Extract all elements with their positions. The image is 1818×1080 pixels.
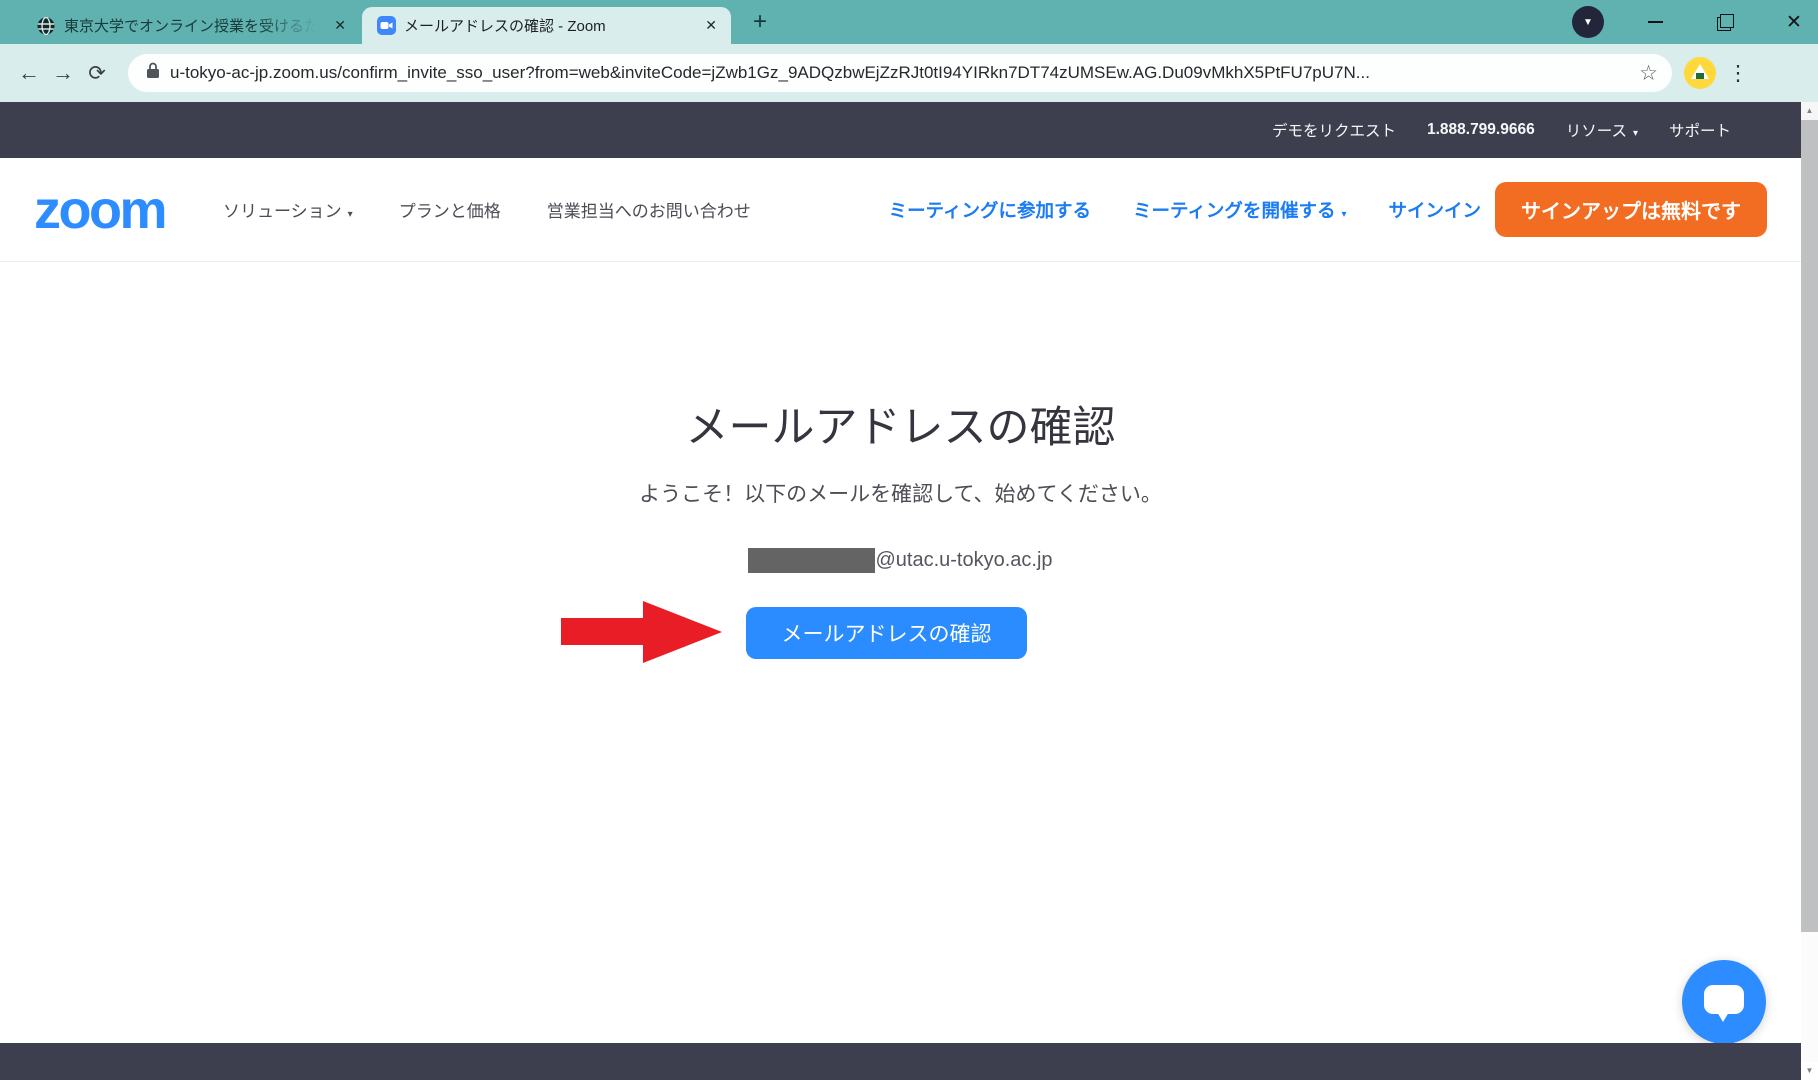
globe-icon [36,16,56,36]
zoom-main-nav: zoom ソリューション▾ プランと価格 営業担当へのお問い合わせ ミーティング… [0,158,1801,262]
browser-toolbar: ← → ⟳ u-tokyo-ac-jp.zoom.us/confirm_invi… [0,44,1818,102]
restore-button[interactable] [1701,0,1747,44]
bookmark-star-icon[interactable]: ☆ [1639,61,1658,86]
lock-icon [146,62,160,84]
reload-icon[interactable]: ⟳ [80,56,114,90]
scrollbar-thumb[interactable] [1801,120,1818,932]
zoom-top-bar: デモをリクエスト 1.888.799.9666 リソース▾ サポート [0,102,1801,158]
tab-utokyo-page[interactable]: 東京大学でオンライン授業を受けるた ✕ [22,7,360,44]
tab-title: 東京大学でオンライン授業を受けるた [64,15,322,36]
chevron-down-icon: ▾ [1633,128,1638,139]
red-arrow-annotation [561,618,645,645]
chevron-down-icon: ▾ [1341,209,1346,220]
contact-sales-link[interactable]: 営業担当へのお問い合わせ [547,197,751,222]
tab-strip: 東京大学でオンライン授業を受けるた ✕ メールアドレスの確認 - Zoom ✕ … [0,0,1818,44]
window-close-button[interactable]: ✕ [1771,0,1817,44]
url-text[interactable]: u-tokyo-ac-jp.zoom.us/confirm_invite_sso… [170,63,1629,83]
request-demo-link[interactable]: デモをリクエスト [1272,119,1396,141]
chat-bubble-icon [1704,985,1744,1014]
welcome-text: ようこそ！以下のメールを確認して、始めてください。 [0,478,1801,508]
support-link[interactable]: サポート [1669,119,1731,141]
redacted-email-local-part [748,548,875,573]
tab-close-icon[interactable]: ✕ [330,17,350,34]
minimize-button[interactable] [1632,0,1678,44]
red-arrow-head [643,601,722,663]
chevron-down-icon: ▾ [348,209,353,220]
email-domain: @utac.u-tokyo.ac.jp [875,549,1052,572]
join-meeting-link[interactable]: ミーティングに参加する [889,197,1091,223]
scrollbar[interactable]: ▲ ▼ [1801,102,1818,1080]
browser-menu-icon[interactable]: ⋮ [1726,61,1750,86]
scroll-down-icon[interactable]: ▼ [1801,1062,1818,1080]
tab-title: メールアドレスの確認 - Zoom [404,15,693,36]
nav-right-group: ミーティングに参加する ミーティングを開催する▾ サインイン [889,197,1481,223]
tab-close-icon[interactable]: ✕ [701,17,721,34]
profile-avatar[interactable] [1684,57,1716,89]
new-tab-button[interactable]: + [745,9,775,37]
sign-in-link[interactable]: サインイン [1388,197,1481,223]
signup-free-button[interactable]: サインアップは無料です [1495,182,1767,237]
nav-left-group: ソリューション▾ プランと価格 営業担当へのお問い合わせ [223,197,751,222]
browser-window: 東京大学でオンライン授業を受けるた ✕ メールアドレスの確認 - Zoom ✕ … [0,0,1818,1080]
back-icon[interactable]: ← [12,56,46,90]
zoom-logo[interactable]: zoom [34,183,165,237]
phone-number[interactable]: 1.888.799.9666 [1427,121,1535,139]
solutions-menu[interactable]: ソリューション▾ [223,197,353,222]
minimize-icon [1648,21,1663,23]
confirm-email-button[interactable]: メールアドレスの確認 [746,607,1027,659]
email-row: @utac.u-tokyo.ac.jp [0,548,1801,573]
host-meeting-menu[interactable]: ミーティングを開催する▾ [1133,197,1346,223]
tab-search-button[interactable]: ▼ [1572,6,1604,38]
forward-icon[interactable]: → [46,56,80,90]
page-viewport: デモをリクエスト 1.888.799.9666 リソース▾ サポート zoom … [0,102,1801,1080]
page-title: メールアドレスの確認 [0,393,1801,455]
page-footer [0,1043,1801,1080]
resources-menu[interactable]: リソース▾ [1566,119,1638,141]
chat-widget-button[interactable] [1682,960,1766,1044]
plans-pricing-link[interactable]: プランと価格 [399,197,501,222]
scroll-up-icon[interactable]: ▲ [1801,102,1818,120]
restore-icon [1717,17,1731,31]
address-bar[interactable]: u-tokyo-ac-jp.zoom.us/confirm_invite_sso… [128,54,1672,92]
zoom-camera-icon [376,16,396,36]
tab-zoom-confirm[interactable]: メールアドレスの確認 - Zoom ✕ [362,7,731,44]
